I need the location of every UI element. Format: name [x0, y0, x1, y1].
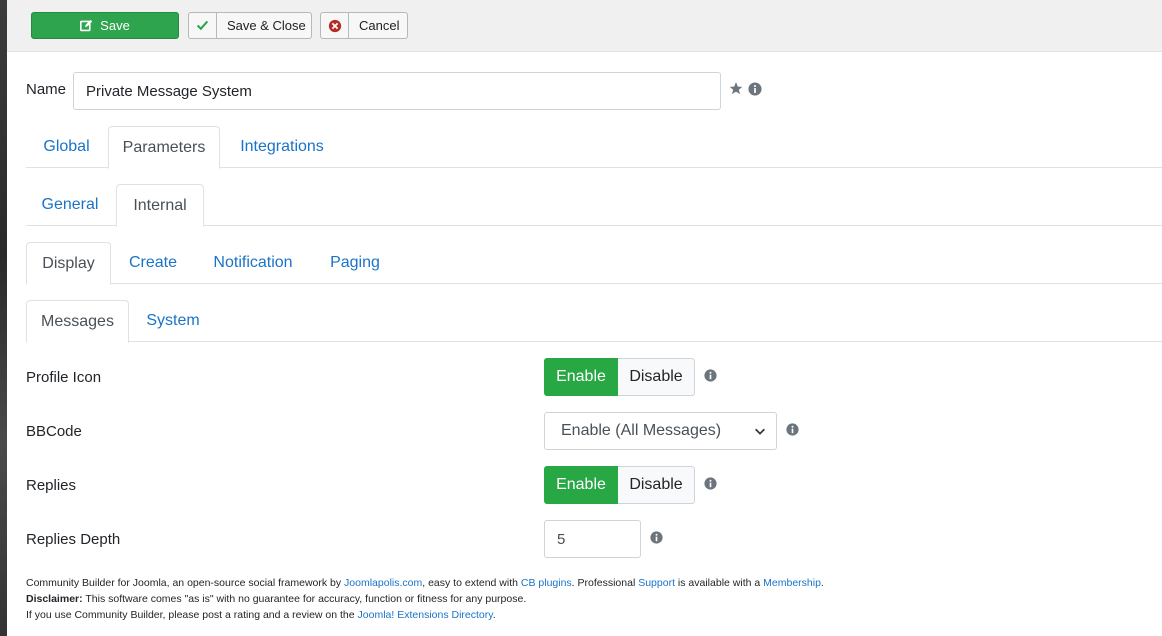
bbcode-select[interactable]: Enable (All Messages) — [544, 412, 777, 450]
profile-icon-disable-button[interactable]: Disable — [618, 358, 695, 396]
name-label: Name — [26, 81, 67, 98]
info-icon[interactable] — [704, 477, 717, 490]
tab-system[interactable]: System — [132, 300, 214, 342]
tab-create[interactable]: Create — [114, 242, 192, 284]
background-window-edge — [0, 0, 7, 636]
tab-messages[interactable]: Messages — [26, 300, 129, 343]
cancel-circle-icon — [321, 13, 349, 38]
footer-text: If you use Community Builder, please pos… — [26, 609, 358, 621]
save-button[interactable]: Save — [31, 12, 179, 39]
replies-label: Replies — [26, 477, 77, 494]
footer-line-1: Community Builder for Joomla, an open-so… — [26, 575, 824, 591]
tab-display[interactable]: Display — [26, 242, 111, 285]
membership-link[interactable]: Membership — [763, 577, 821, 589]
cb-plugins-link[interactable]: CB plugins — [521, 577, 572, 589]
save-close-button[interactable]: Save & Close — [188, 12, 312, 39]
profile-icon-enable-button[interactable]: Enable — [544, 358, 618, 396]
cancel-button[interactable]: Cancel — [320, 12, 408, 39]
jed-link[interactable]: Joomla! Extensions Directory — [358, 609, 493, 621]
profile-icon-toggle: Enable Disable — [544, 358, 695, 396]
info-icon[interactable] — [786, 423, 799, 436]
check-icon — [189, 13, 217, 38]
tabs-level3: Display Create Notification Paging — [26, 242, 1162, 285]
edit-icon — [80, 19, 93, 32]
tab-integrations[interactable]: Integrations — [223, 126, 341, 168]
tab-paging[interactable]: Paging — [316, 242, 394, 284]
cancel-button-label: Cancel — [359, 18, 400, 33]
disclaimer-text: This software comes "as is" with no guar… — [82, 593, 527, 605]
save-button-label: Save — [100, 18, 130, 33]
replies-depth-input[interactable] — [544, 520, 641, 558]
name-field-icons — [728, 81, 762, 96]
bbcode-label: BBCode — [26, 423, 82, 440]
save-close-button-label: Save & Close — [227, 18, 306, 33]
info-icon[interactable] — [650, 531, 663, 544]
footer-text: . Professional — [571, 577, 639, 589]
disclaimer-label: Disclaimer: — [26, 593, 83, 605]
tab-global[interactable]: Global — [26, 126, 107, 168]
footer-text: , easy to extend with — [422, 577, 521, 589]
footer-text: is available with a — [675, 577, 764, 589]
replies-disable-button[interactable]: Disable — [618, 466, 695, 504]
tab-notification[interactable]: Notification — [198, 242, 308, 284]
chevron-down-icon — [755, 428, 765, 435]
tabs-level4: Messages System — [26, 300, 1162, 343]
replies-toggle: Enable Disable — [544, 466, 695, 504]
replies-depth-label: Replies Depth — [26, 531, 121, 548]
tabs-level2: General Internal — [26, 184, 1162, 227]
tab-internal[interactable]: Internal — [116, 184, 204, 227]
footer: Community Builder for Joomla, an open-so… — [26, 575, 824, 623]
tab-general[interactable]: General — [26, 184, 114, 226]
info-icon[interactable] — [704, 369, 717, 382]
footer-line-3: If you use Community Builder, please pos… — [26, 607, 824, 623]
footer-line-2: Disclaimer: This software comes "as is" … — [26, 591, 824, 607]
toolbar: Save Save & Close Cancel — [7, 0, 1162, 52]
star-icon[interactable] — [728, 81, 744, 96]
footer-text: . — [492, 609, 496, 621]
tab-parameters[interactable]: Parameters — [108, 126, 220, 169]
profile-icon-label: Profile Icon — [26, 369, 102, 386]
bbcode-select-value: Enable (All Messages) — [561, 422, 722, 439]
name-input[interactable] — [73, 72, 721, 110]
footer-text: Community Builder for Joomla, an open-so… — [26, 577, 345, 589]
tabs-level1: Global Parameters Integrations — [26, 126, 1162, 169]
replies-enable-button[interactable]: Enable — [544, 466, 618, 504]
footer-text: . — [820, 577, 824, 589]
joomlapolis-link[interactable]: Joomlapolis.com — [344, 577, 422, 589]
info-icon[interactable] — [748, 81, 762, 96]
support-link[interactable]: Support — [638, 577, 675, 589]
